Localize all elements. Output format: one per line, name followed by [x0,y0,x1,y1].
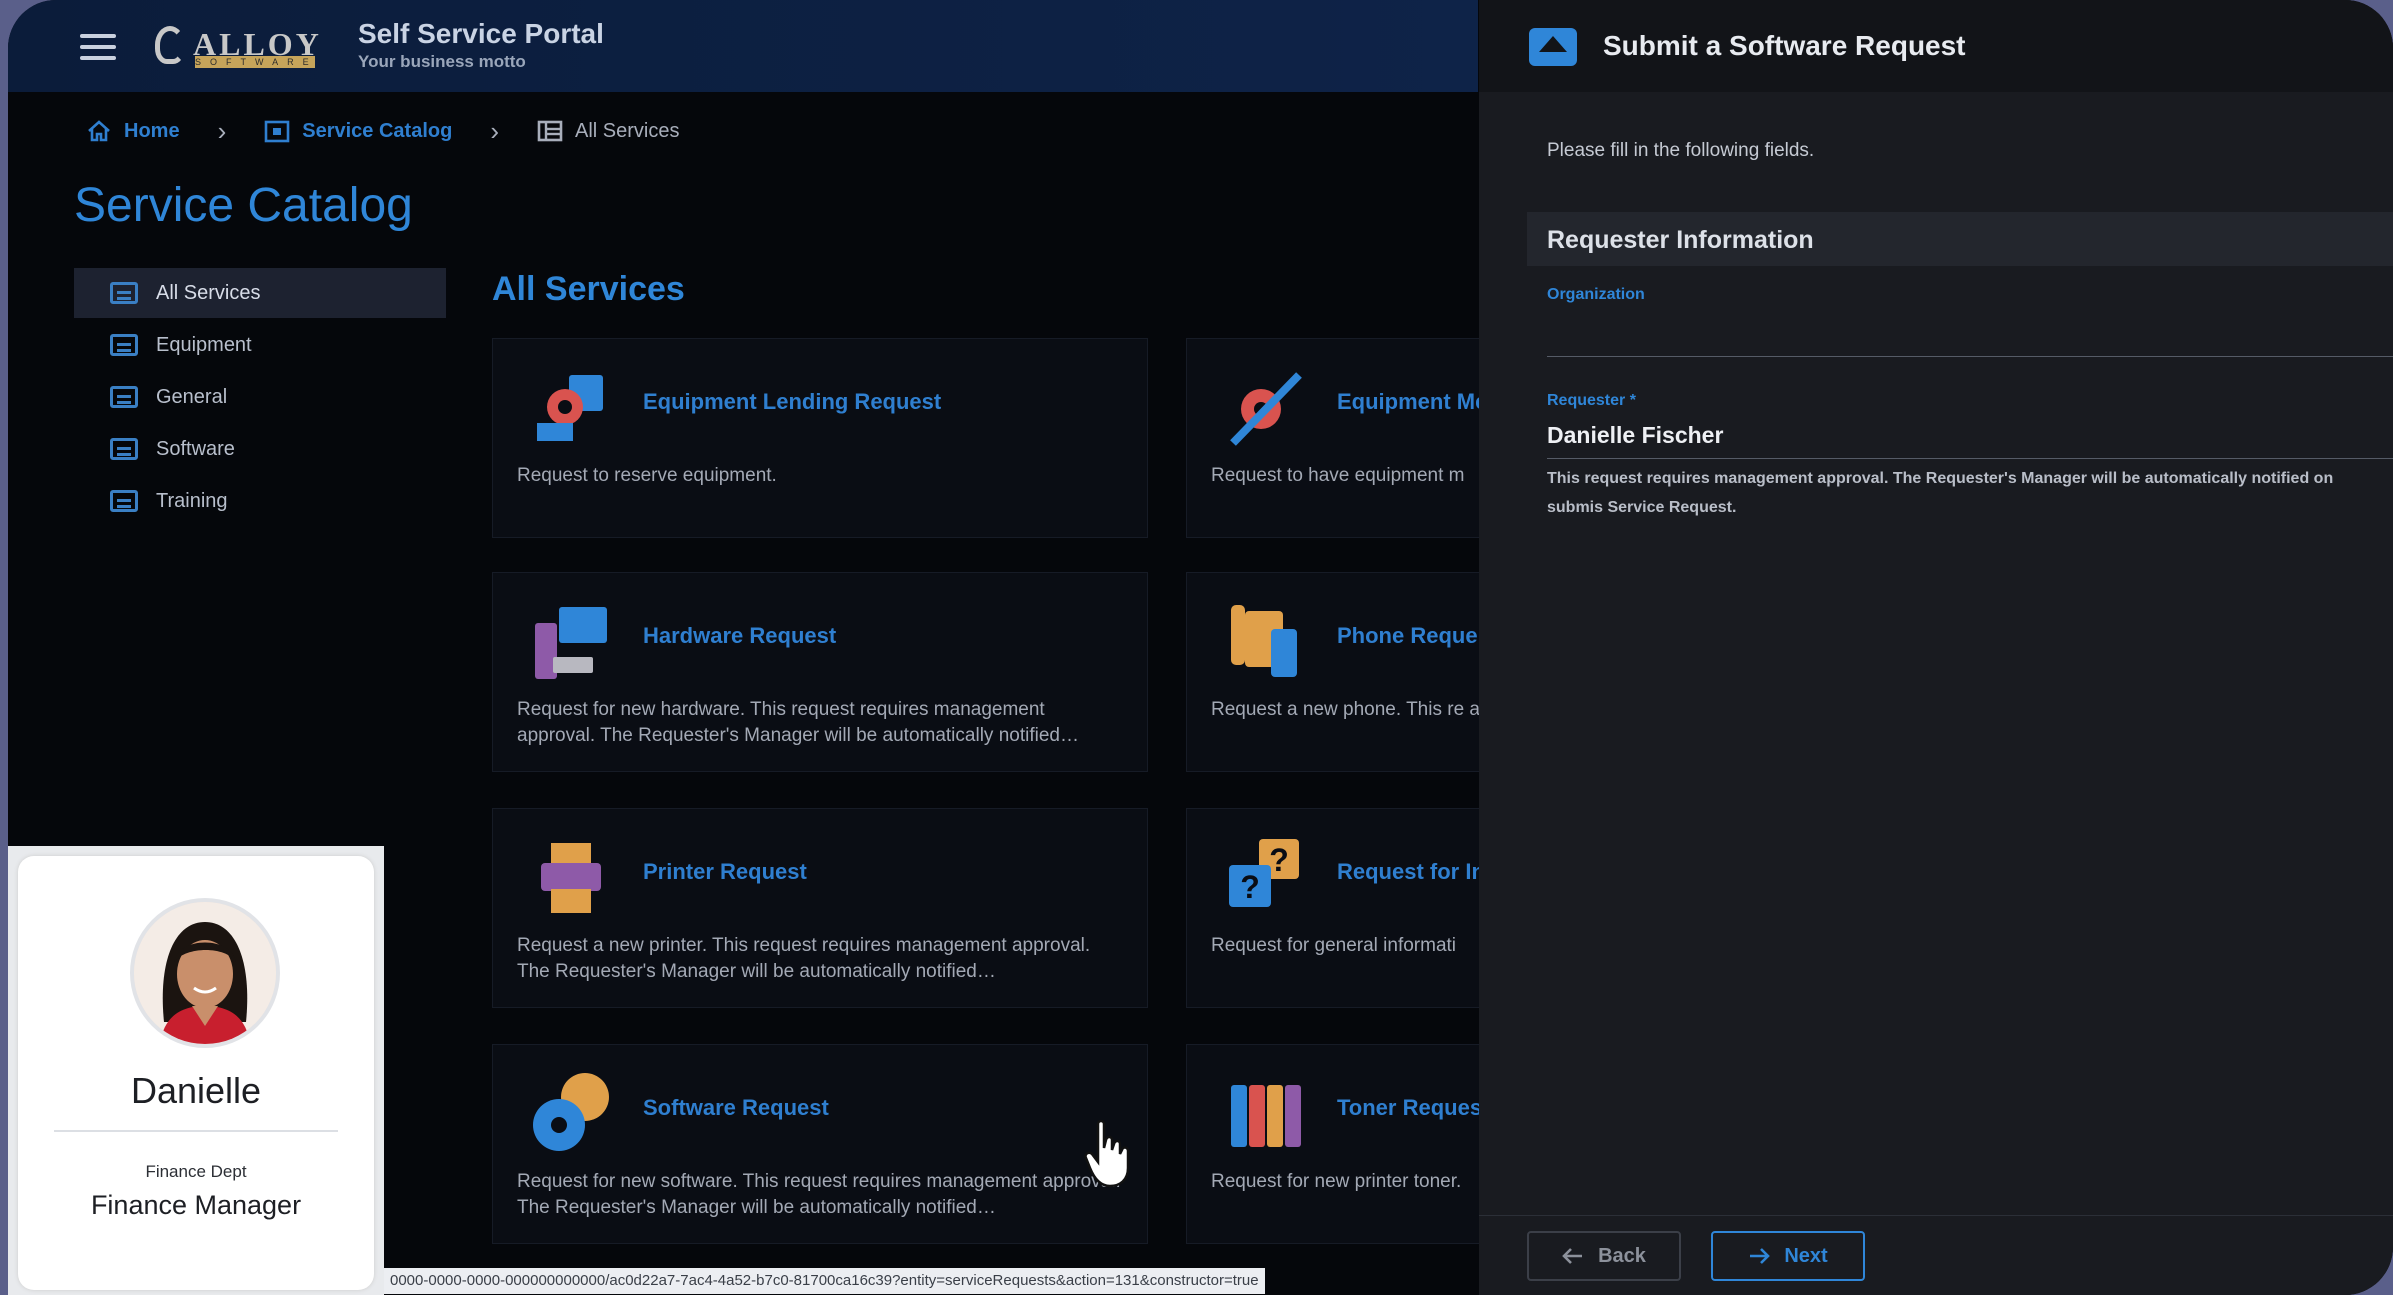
home-icon [88,120,110,142]
arrow-left-icon [1562,1248,1583,1264]
organization-label: Organization [1547,286,1645,303]
card-description: Request a new printer. This request requ… [517,935,1091,982]
panel-intro: Please fill in the following fields. [1547,140,1815,161]
equipment-lending-icon [537,375,603,441]
sidebar-item-label: Training [156,489,228,512]
chevron-right-icon: › [217,115,227,146]
requester-section-title: Requester Information [1547,226,1814,254]
folder-icon [110,386,138,408]
card-title: Phone Reque [1337,623,1478,648]
request-panel: Submit a Software Request Please fill in… [1479,0,2393,1295]
organization-field[interactable] [1547,356,2393,357]
card-description: Request to reserve equipment. [517,465,777,486]
phone-icon [1231,605,1297,677]
logo-mark-icon [155,26,185,64]
breadcrumb-home[interactable]: Home [86,119,180,143]
inbox-icon [1529,28,1577,66]
profile-department: Finance Dept [145,1162,247,1181]
service-card-hardware[interactable]: Hardware Request Request for new hardwar… [492,572,1148,772]
folder-icon [110,438,138,460]
back-button[interactable]: Back [1527,1231,1681,1281]
sidebar-item-all-services[interactable]: All Services [74,268,446,318]
sidebar-item-label: Software [156,437,235,460]
next-button[interactable]: Next [1711,1231,1865,1281]
breadcrumb: Home › Service Catalog › All Services [86,114,679,148]
folder-icon [110,490,138,512]
sidebar-item-label: Equipment [156,333,252,356]
toner-icon [1231,1085,1301,1147]
breadcrumb-service-catalog[interactable]: Service Catalog [264,118,452,144]
card-description: Request for new software. This request r… [517,1171,1121,1218]
card-title: Printer Request [643,859,807,884]
requester-label: Requester * [1547,392,1636,409]
software-disc-icon [533,1073,609,1151]
page-title: Service Catalog [74,179,413,232]
hardware-icon [535,607,607,679]
breadcrumb-all-services-label: All Services [575,119,680,142]
next-button-label: Next [1784,1244,1828,1267]
panel-header: Submit a Software Request [1479,0,2393,92]
alloy-logo[interactable]: ALLOY SOFTWARE [153,22,323,70]
sidebar-item-label: General [156,385,228,408]
profile-card-inner: Danielle Finance Dept Finance Manager [18,856,374,1290]
breadcrumb-home-label: Home [124,119,180,142]
card-title: Request for In [1337,859,1485,884]
service-card-equipment-lending[interactable]: Equipment Lending Request Request to res… [492,338,1148,538]
portal-title: Self Service Portal [358,18,604,49]
top-bar: ALLOY SOFTWARE Self Service Portal Your … [8,0,1478,92]
portal-subtitle: Your business motto [358,52,526,71]
avatar [130,898,280,1048]
service-card-software[interactable]: Software Request Request for new softwar… [492,1044,1148,1244]
card-description: Request for new hardware. This request r… [517,699,1079,746]
sidebar-item-equipment[interactable]: Equipment [74,320,446,370]
catalog-icon [264,120,290,143]
service-card-printer[interactable]: Printer Request Request a new printer. T… [492,808,1148,1008]
back-button-label: Back [1598,1244,1646,1267]
hand-cursor-icon [1084,1119,1130,1188]
card-title: Toner Reques [1337,1095,1483,1120]
approval-note: This request requires management approva… [1547,470,2334,516]
sidebar-item-label: All Services [156,281,261,304]
breadcrumb-all-services: All Services [537,119,679,143]
arrow-right-icon [1750,1248,1771,1264]
breadcrumb-catalog-label: Service Catalog [302,119,453,142]
section-title: All Services [492,270,685,308]
sidebar-item-training[interactable]: Training [74,476,446,526]
requester-underline [1547,458,2393,459]
panel-title: Submit a Software Request [1603,30,1966,61]
printer-icon [541,843,601,913]
equipment-maintenance-icon [1230,372,1302,446]
person-avatar-icon [134,902,276,1044]
chevron-right-icon: › [490,115,499,146]
card-title: Hardware Request [643,623,837,648]
profile-divider [54,1130,338,1132]
sidebar-item-software[interactable]: Software [74,424,446,474]
card-title: Software Request [643,1095,829,1120]
card-title: Equipment Me [1337,389,1488,414]
svg-text:?: ? [1269,842,1289,878]
profile-role: Finance Manager [90,1190,302,1220]
presenter-profile-card: Danielle Finance Dept Finance Manager [8,846,384,1295]
status-bar-url: 0000-0000-0000-000000000000/ac0d22a7-7ac… [384,1268,1265,1294]
sidebar-item-general[interactable]: General [74,372,446,422]
card-title: Equipment Lending Request [643,389,942,414]
requester-section-header: Requester Information [1527,212,2393,266]
svg-text:?: ? [1240,869,1260,905]
folder-icon [110,282,138,304]
grid-list-icon [537,120,563,142]
requester-field[interactable]: Danielle Fischer [1547,422,1723,449]
profile-name: Danielle [130,1070,262,1111]
sidebar: All Services Equipment General Software … [74,268,446,528]
menu-icon[interactable] [80,34,116,60]
logo-subtext: SOFTWARE [195,56,318,68]
folder-icon [110,334,138,356]
question-icon: ?? [1229,839,1299,907]
